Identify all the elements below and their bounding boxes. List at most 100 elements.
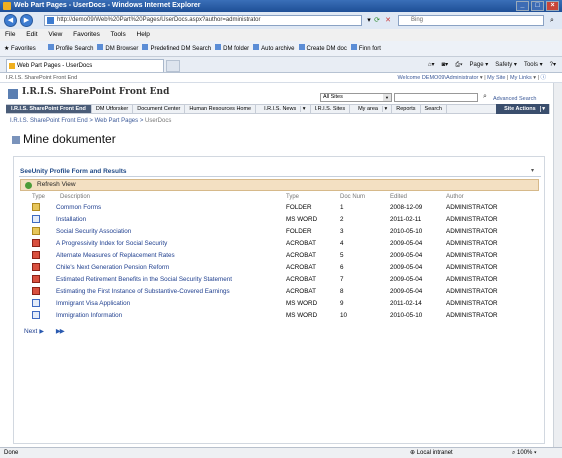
safety-menu[interactable]: Safety ▾: [495, 60, 517, 70]
column-header-description[interactable]: Description: [60, 194, 90, 200]
nav-tab-iris-news[interactable]: I.R.I.S. News ▾: [256, 105, 311, 113]
row-description[interactable]: Immigration Information: [56, 312, 122, 319]
tools-menu[interactable]: Tools ▾: [524, 60, 543, 70]
table-row[interactable]: Common Forms FOLDER 1 2008-12-09 ADMINISTRAT…: [14, 202, 546, 214]
help-icon[interactable]: ⓘ: [540, 75, 546, 81]
address-row: ◀ ▶ http://demo09/Web%20Part%20Pages/Use…: [0, 12, 562, 29]
search-icon[interactable]: ⌕: [547, 15, 557, 26]
new-tab-button[interactable]: [166, 60, 180, 72]
last-page-icon[interactable]: ▶▶: [56, 328, 65, 335]
browser-tab[interactable]: Web Part Pages - UserDocs: [6, 59, 164, 72]
favorites-item-profile-search[interactable]: Profile Search: [47, 41, 93, 57]
row-description[interactable]: Estimated Retirement Benefits in the Soc…: [56, 276, 232, 283]
nav-tab-reports[interactable]: Reports: [392, 105, 421, 113]
table-row[interactable]: Social Security Association FOLDER 3 2010-0…: [14, 226, 546, 238]
minimize-button[interactable]: _: [516, 1, 529, 11]
security-zone: ⊕ Local intranet: [410, 450, 453, 456]
row-author: ADMINISTRATOR: [446, 204, 498, 211]
table-row[interactable]: Alternate Measures of Replacement Rates A…: [14, 250, 546, 262]
refresh-view-button[interactable]: Refresh View: [20, 179, 539, 191]
top-navigation: I.R.I.S. SharePoint Front End DM Utforsk…: [6, 104, 550, 114]
row-description[interactable]: Estimating the First Instance of Substan…: [56, 288, 230, 295]
row-description[interactable]: Immigrant Visa Application: [56, 300, 130, 307]
column-header-author[interactable]: Author: [446, 194, 464, 200]
nav-tab-my-area[interactable]: My area ▾: [350, 105, 393, 113]
vertical-scrollbar[interactable]: [553, 83, 562, 447]
refresh-icon[interactable]: ⟳: [372, 15, 382, 26]
fav-label: Finn fort: [358, 45, 381, 52]
print-icon[interactable]: ⎙▾: [455, 60, 462, 70]
search-scope-select[interactable]: All Sites ▼: [320, 93, 392, 102]
favorites-item-dm-browser[interactable]: DM Browser: [97, 41, 138, 57]
table-row[interactable]: Estimated Retirement Benefits in the Soc…: [14, 274, 546, 286]
column-header-type[interactable]: Type: [286, 194, 299, 200]
row-description[interactable]: Social Security Association: [56, 228, 131, 235]
menu-help[interactable]: Help: [137, 31, 150, 38]
back-button[interactable]: ◀: [4, 14, 17, 27]
refresh-icon: [25, 182, 32, 189]
row-doc-num: 2: [340, 216, 344, 223]
safety-menu-label: Safety: [495, 62, 513, 68]
next-page-link[interactable]: Next ▶: [24, 328, 44, 335]
site-actions-menu[interactable]: Site Actions ▾: [496, 104, 550, 114]
stop-icon[interactable]: ✕: [383, 15, 393, 26]
my-site-link[interactable]: My Site: [487, 75, 505, 81]
row-description[interactable]: Common Forms: [56, 204, 101, 211]
menu-tools[interactable]: Tools: [111, 31, 126, 38]
search-icon[interactable]: ⌕: [480, 92, 490, 102]
sp-top-site-link[interactable]: I.R.I.S. SharePoint Front End: [6, 75, 77, 81]
help-icon[interactable]: ?▾: [550, 60, 556, 70]
feeds-icon[interactable]: ◙▾: [442, 60, 449, 70]
row-doc-num: 4: [340, 240, 344, 247]
table-row[interactable]: Chile's Next Generation Pension Reform AC…: [14, 262, 546, 274]
sp-search-input[interactable]: [394, 93, 478, 102]
nav-tab-hr-home[interactable]: Human Resources Home: [185, 105, 257, 113]
home-icon[interactable]: ⌂▾: [428, 60, 435, 70]
column-header-icon-type[interactable]: Type: [32, 194, 45, 200]
table-row[interactable]: A Progressivity Index for Social Securit…: [14, 238, 546, 250]
favorites-item-auto-archive[interactable]: Auto archive: [253, 41, 295, 57]
row-description[interactable]: Installation: [56, 216, 86, 223]
advanced-search-link[interactable]: Advanced Search: [493, 96, 536, 102]
word-icon: [32, 215, 40, 223]
menu-file[interactable]: File: [5, 31, 15, 38]
breadcrumb-item-root[interactable]: I.R.I.S. SharePoint Front End: [10, 118, 88, 124]
table-row[interactable]: Estimating the First Instance of Substan…: [14, 286, 546, 298]
favorites-button[interactable]: ★ Favorites: [4, 41, 36, 57]
welcome-menu[interactable]: Welcome DEMO09\Administrator: [397, 75, 478, 81]
menu-view[interactable]: View: [48, 31, 62, 38]
zoom-control[interactable]: ⌕ 100% ▾: [512, 448, 537, 458]
favorites-item-predefined-dm-search[interactable]: Predefined DM Search: [142, 41, 211, 57]
address-bar[interactable]: http://demo09/Web%20Part%20Pages/UserDoc…: [44, 15, 362, 26]
webpart: SeeUnity Profile Form and Results ▾ Refr…: [13, 156, 545, 444]
search-input[interactable]: Bing: [398, 15, 544, 26]
column-header-doc-num[interactable]: Doc Num: [340, 194, 365, 200]
row-description[interactable]: A Progressivity Index for Social Securit…: [56, 240, 167, 247]
acrobat-icon: [32, 239, 40, 247]
favorites-item-finn-fort[interactable]: Finn fort: [350, 41, 381, 57]
row-description[interactable]: Alternate Measures of Replacement Rates: [56, 252, 175, 259]
favorites-item-dm-folder[interactable]: DM folder: [215, 41, 249, 57]
favorites-item-create-dm-doc[interactable]: Create DM doc: [298, 41, 347, 57]
breadcrumb-item-web-part-pages[interactable]: Web Part Pages: [95, 118, 139, 124]
column-header-edited[interactable]: Edited: [390, 194, 407, 200]
table-row[interactable]: Immigration Information MS WORD 10 2010-05-…: [14, 310, 546, 322]
nav-tab-dm-utforsker[interactable]: DM Utforsker: [92, 105, 134, 113]
nav-tab-search[interactable]: Search: [421, 105, 447, 113]
table-row[interactable]: Installation MS WORD 2 2011-02-11 ADMINISTRA…: [14, 214, 546, 226]
forward-button[interactable]: ▶: [20, 14, 33, 27]
nav-tab-home[interactable]: I.R.I.S. SharePoint Front End: [6, 105, 92, 113]
menu-edit[interactable]: Edit: [26, 31, 37, 38]
maximize-button[interactable]: □: [531, 1, 544, 11]
site-title[interactable]: I.R.I.S. SharePoint Front End: [22, 87, 169, 97]
row-description[interactable]: Chile's Next Generation Pension Reform: [56, 264, 169, 271]
close-button[interactable]: ×: [546, 1, 559, 11]
nav-tab-iris-sites[interactable]: I.R.I.S. Sites: [311, 105, 351, 113]
nav-tab-document-center[interactable]: Document Center: [133, 105, 186, 113]
menu-favorites[interactable]: Favorites: [73, 31, 100, 38]
table-row[interactable]: Immigrant Visa Application MS WORD 9 2011-0…: [14, 298, 546, 310]
webpart-menu-icon[interactable]: ▾: [531, 167, 534, 174]
my-links-menu[interactable]: My Links: [510, 75, 532, 81]
page-menu[interactable]: Page ▾: [470, 60, 489, 70]
page-title-text: Mine dokumenter: [23, 132, 116, 146]
